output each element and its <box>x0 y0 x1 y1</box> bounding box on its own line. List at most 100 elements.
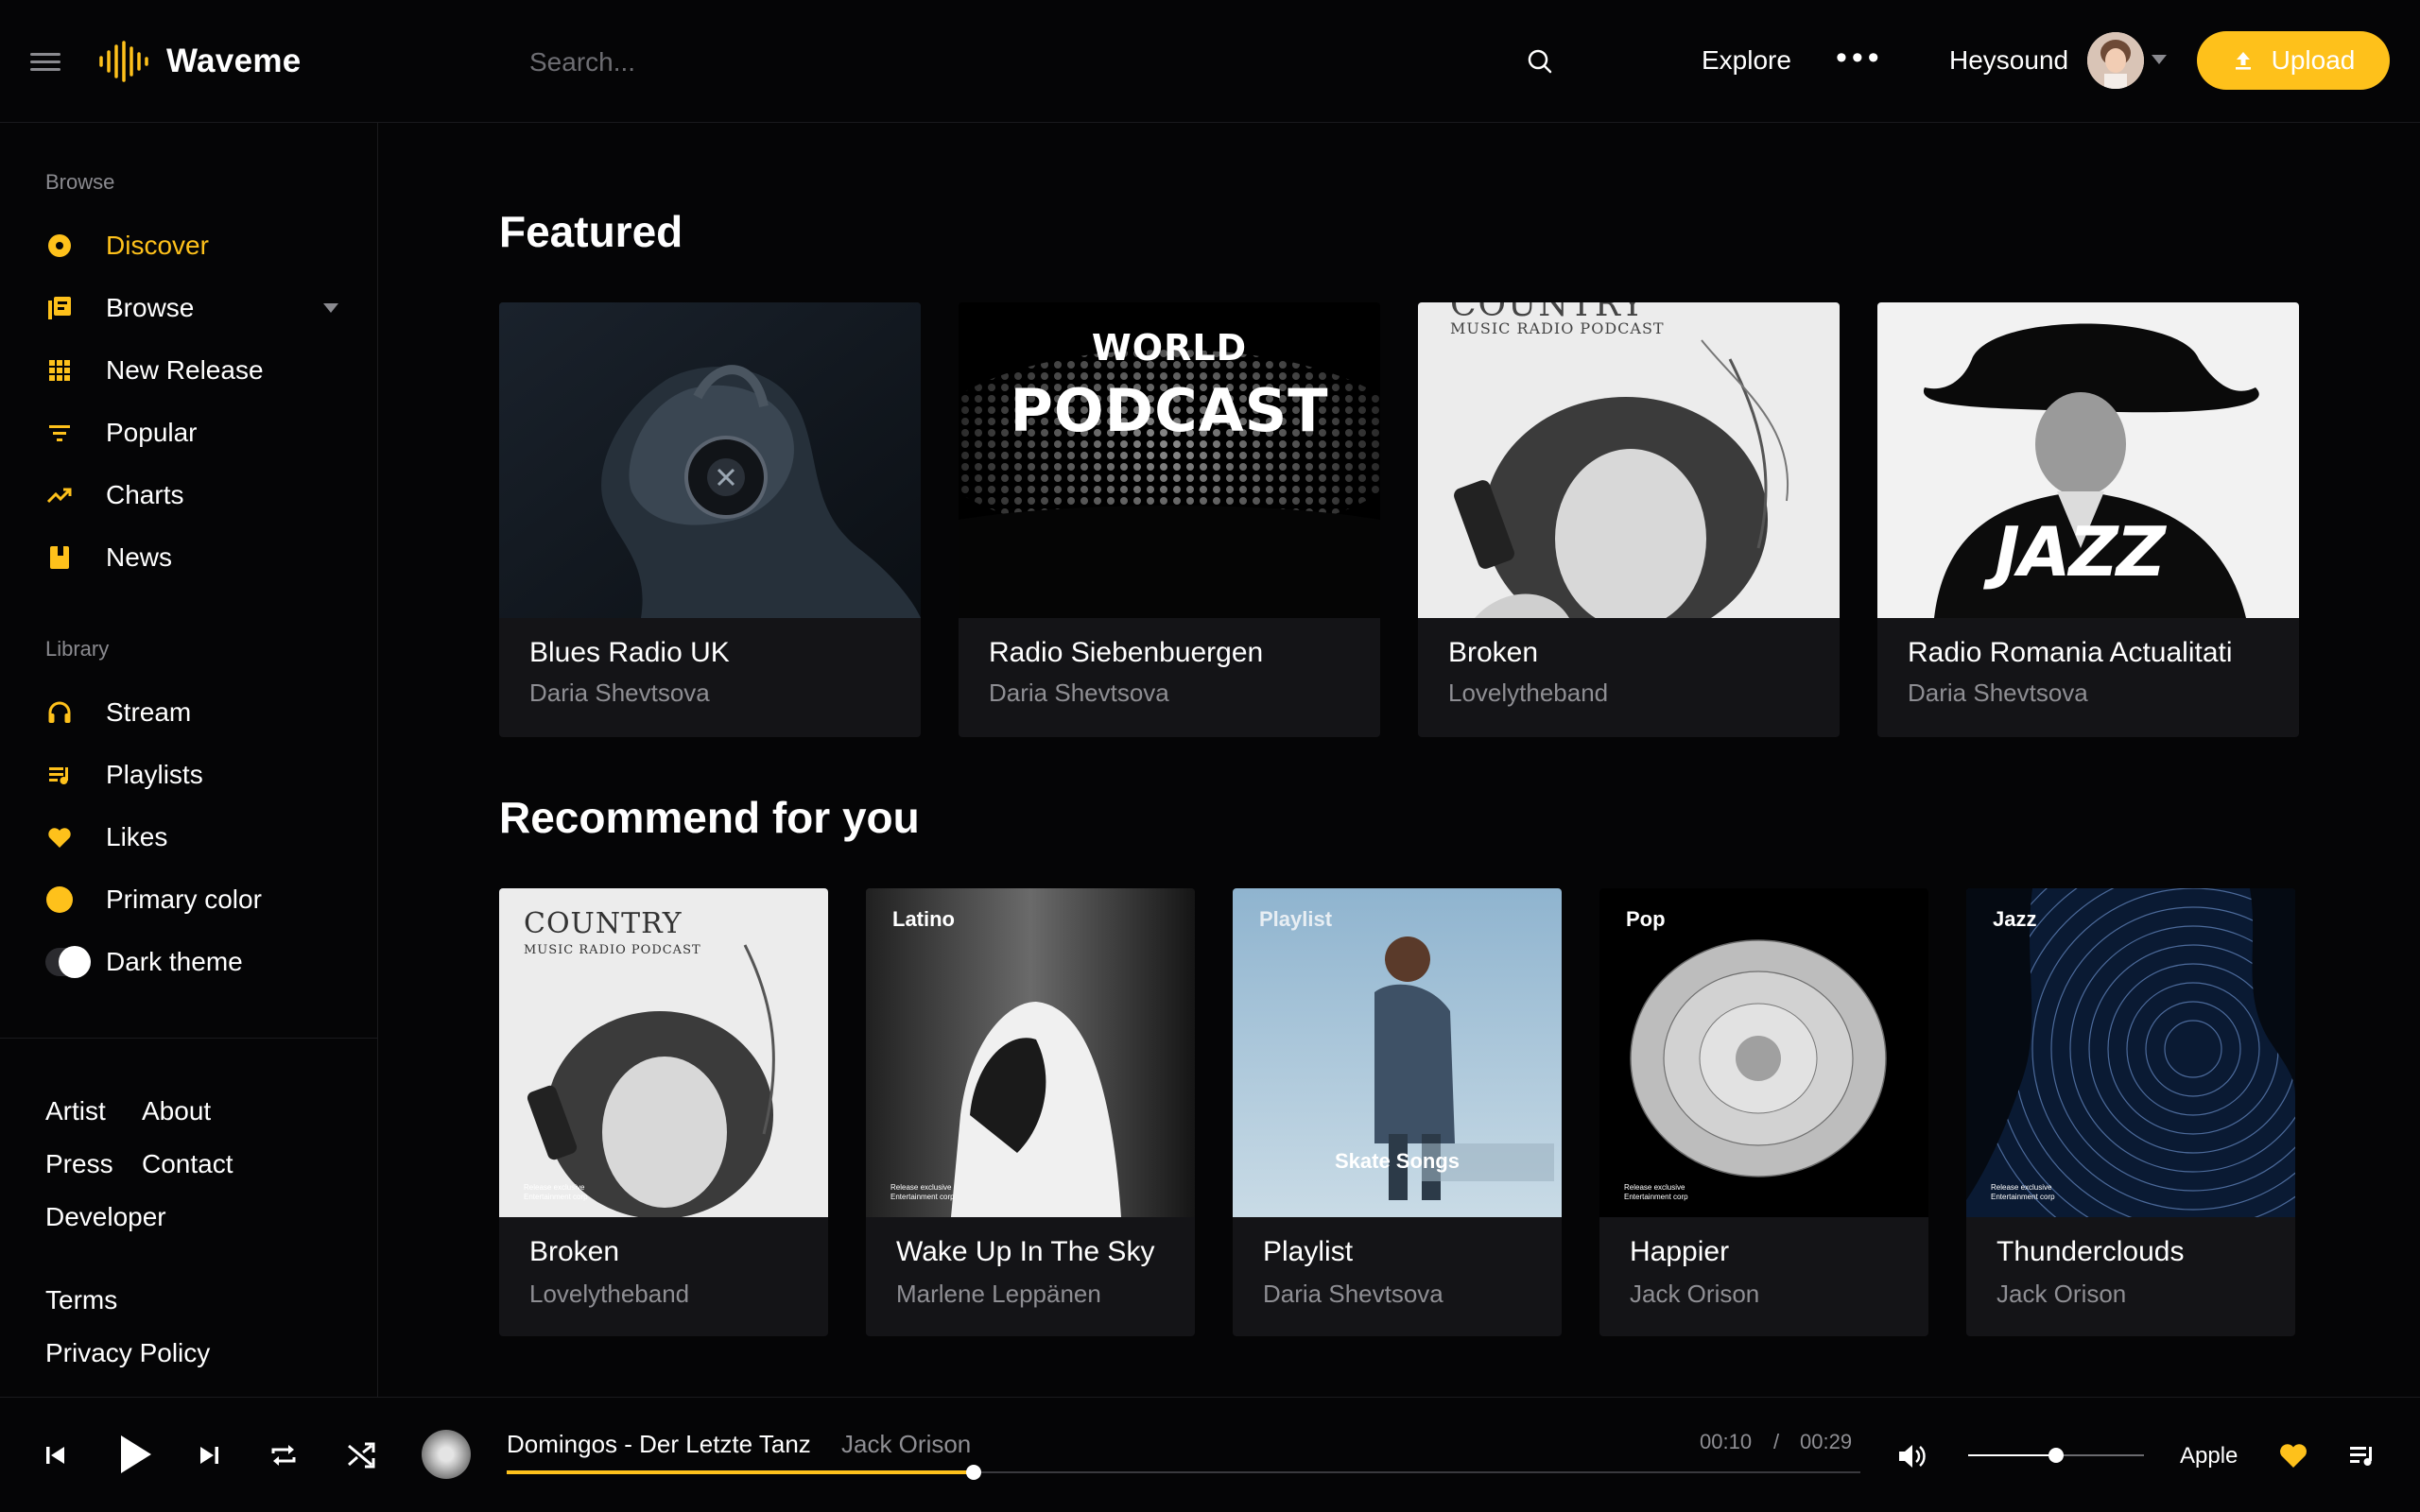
upload-button[interactable]: Upload <box>2197 31 2390 90</box>
card-subtitle: Daria Shevtsova <box>989 679 1169 707</box>
grid-icon <box>45 356 74 385</box>
logo[interactable]: Waveme <box>98 38 302 85</box>
art-release-label: Release exclusive Entertainment corp <box>1991 1183 2055 1201</box>
recommend-card[interactable]: COUNTRY MUSIC RADIO PODCAST Release excl… <box>499 888 828 1336</box>
art-text-skate-songs: Skate Songs <box>1334 1149 1461 1173</box>
filter-icon <box>45 419 74 447</box>
sidebar-item-label: News <box>106 542 173 572</box>
sidebar-item-charts[interactable]: Charts <box>45 474 338 516</box>
progress-fill <box>507 1470 975 1474</box>
progress-handle[interactable] <box>966 1465 982 1480</box>
explore-link[interactable]: Explore <box>1702 45 1791 76</box>
volume-handle[interactable] <box>2048 1448 2064 1463</box>
featured-card[interactable]: JAZZ Radio Romania Actualitati Daria She… <box>1877 302 2299 737</box>
shuffle-icon[interactable] <box>346 1441 376 1469</box>
dark-theme-toggle[interactable] <box>45 946 91 978</box>
queue-icon[interactable] <box>2348 1443 2377 1469</box>
card-subtitle: Daria Shevtsova <box>529 679 710 707</box>
sidebar-item-browse[interactable]: Browse <box>45 287 338 329</box>
duration-time: 00:29 <box>1800 1430 1853 1453</box>
sidebar-divider <box>0 1038 378 1039</box>
sidebar: Browse Discover Browse New Release Popul… <box>0 123 378 1397</box>
app-name: Waveme <box>166 43 302 79</box>
track-title[interactable]: Domingos - Der Letzte Tanz <box>507 1430 811 1459</box>
recommend-card[interactable]: Pop Release exclusive Entertainment corp … <box>1599 888 1928 1336</box>
sidebar-item-popular[interactable]: Popular <box>45 412 338 454</box>
next-track-icon[interactable] <box>197 1443 221 1468</box>
output-device[interactable]: Apple <box>2180 1443 2238 1469</box>
card-title: Playlist <box>1263 1236 1354 1267</box>
search-icon[interactable] <box>1526 47 1554 76</box>
card-subtitle: Jack Orison <box>1996 1280 2127 1308</box>
cover-art: Latino Release exclusive Entertainment co… <box>866 888 1195 1217</box>
more-menu-icon[interactable]: ••• <box>1836 42 1884 74</box>
progress-bar[interactable] <box>507 1465 1860 1480</box>
card-subtitle: Lovelytheband <box>1448 679 1609 707</box>
user-menu-chevron-down-icon[interactable] <box>2152 55 2167 64</box>
card-subtitle: Lovelytheband <box>529 1280 690 1308</box>
card-title: Radio Siebenbuergen <box>989 637 1264 668</box>
recommend-card[interactable]: Jazz Release exclusive Entertainment corp… <box>1966 888 2295 1336</box>
chevron-down-icon[interactable] <box>323 303 338 313</box>
avatar[interactable] <box>2087 32 2144 89</box>
recommend-card[interactable]: Latino Release exclusive Entertainment co… <box>866 888 1195 1336</box>
sidebar-item-discover[interactable]: Discover <box>45 225 338 266</box>
menu-icon[interactable] <box>30 53 60 72</box>
footer-link-about[interactable]: About <box>142 1096 211 1126</box>
recommend-card[interactable]: Playlist Skate Songs Playlist Daria Shev… <box>1233 888 1562 1336</box>
footer-link-artist[interactable]: Artist <box>45 1096 106 1126</box>
top-bar: Waveme Explore ••• Heysound Upload <box>0 0 2420 123</box>
card-subtitle: Daria Shevtsova <box>1908 679 2088 707</box>
sidebar-item-label: Stream <box>106 697 192 727</box>
featured-card[interactable]: COUNTRY MUSIC RADIO PODCAST Broken Lovel… <box>1418 302 1840 737</box>
recommend-section-title: Recommend for you <box>499 793 920 842</box>
cover-art: JAZZ <box>1877 302 2299 618</box>
footer-link-privacy-policy[interactable]: Privacy Policy <box>45 1338 210 1368</box>
art-text-subtitle: MUSIC RADIO PODCAST <box>1450 319 1665 337</box>
footer-link-developer[interactable]: Developer <box>45 1202 166 1232</box>
volume-slider[interactable] <box>1968 1448 2144 1463</box>
sidebar-item-stream[interactable]: Stream <box>45 692 338 733</box>
art-text-jazz: JAZZ <box>1995 512 2166 592</box>
art-text-podcast: PODCAST <box>1010 376 1329 445</box>
featured-card[interactable]: Blues Radio UK Daria Shevtsova <box>499 302 921 737</box>
sidebar-item-dark-theme[interactable]: Dark theme <box>45 941 338 983</box>
sidebar-item-likes[interactable]: Likes <box>45 816 338 858</box>
now-playing-thumbnail[interactable] <box>422 1430 471 1479</box>
sidebar-item-label: Charts <box>106 480 184 509</box>
repeat-icon[interactable] <box>268 1441 299 1469</box>
library-section-label: Library <box>45 637 110 661</box>
footer-link-contact[interactable]: Contact <box>142 1149 233 1179</box>
volume-icon[interactable] <box>1896 1441 1928 1471</box>
cover-art: COUNTRY MUSIC RADIO PODCAST <box>1418 302 1840 618</box>
previous-track-icon[interactable] <box>43 1443 68 1468</box>
sidebar-item-primary-color[interactable]: Primary color <box>45 879 338 920</box>
sidebar-item-playlists[interactable]: Playlists <box>45 754 338 796</box>
card-title: Happier <box>1630 1236 1730 1267</box>
track-artist[interactable]: Jack Orison <box>841 1430 971 1459</box>
featured-card[interactable]: WORLD PODCAST Radio Siebenbuergen Daria … <box>959 302 1380 737</box>
cover-art: Jazz Release exclusive Entertainment corp <box>1966 888 2295 1217</box>
sidebar-item-label: Playlists <box>106 760 203 789</box>
genre-tag: Playlist <box>1259 907 1333 931</box>
play-icon[interactable] <box>117 1434 153 1475</box>
art-text-world: WORLD <box>1091 327 1248 369</box>
search-input[interactable] <box>529 38 1550 87</box>
footer-link-press[interactable]: Press <box>45 1149 113 1179</box>
sidebar-item-label: Likes <box>106 822 168 851</box>
sidebar-item-label: Dark theme <box>106 947 243 976</box>
cover-art: Playlist Skate Songs <box>1233 888 1562 1217</box>
art-text-subtitle: MUSIC RADIO PODCAST <box>524 943 701 957</box>
sidebar-item-news[interactable]: News <box>45 537 338 578</box>
genre-tag: Jazz <box>1993 907 2037 931</box>
sidebar-item-new-release[interactable]: New Release <box>45 350 338 391</box>
footer-link-terms[interactable]: Terms <box>45 1285 117 1315</box>
player-bar: Domingos - Der Letzte Tanz Jack Orison 0… <box>0 1397 2420 1512</box>
user-name[interactable]: Heysound <box>1949 45 2068 76</box>
like-heart-icon[interactable] <box>2278 1441 2308 1469</box>
sidebar-item-label: Primary color <box>106 885 262 914</box>
genre-tag: Latino <box>892 907 955 931</box>
art-release-label: Release exclusive Entertainment corp <box>1624 1183 1688 1201</box>
disc-icon <box>45 232 74 260</box>
headphones-icon <box>45 698 74 727</box>
